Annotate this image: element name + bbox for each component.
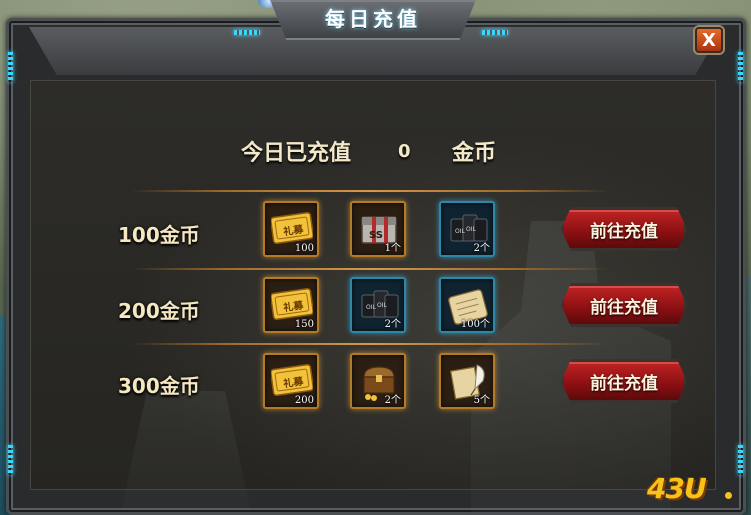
close-icon: X [702,29,716,51]
indicator-light [482,30,508,35]
reward-item-oil[interactable]: OIL OIL 2个 [350,277,406,333]
chest-text: SS [369,230,383,241]
reward-item-quill-scroll[interactable]: 5个 [439,353,495,409]
indicator-light [8,445,13,475]
item-count: 100 [294,243,314,254]
item-count: 2个 [384,395,401,406]
item-count: 2个 [473,243,490,254]
reward-item-scroll[interactable]: 100个 [439,277,495,333]
svg-text:OIL: OIL [377,302,387,309]
indicator-light [8,52,13,82]
item-count: 100个 [460,319,490,330]
svg-text:OIL: OIL [366,304,376,311]
svg-text:OIL: OIL [455,228,465,235]
row-divider [130,268,610,270]
tier-label: 300金币 [118,374,200,398]
go-recharge-button[interactable]: 前往充值 [561,207,687,251]
tier-label: 200金币 [118,299,200,323]
item-count: 150 [294,319,314,330]
watermark-dot [725,492,732,499]
indicator-light [738,52,743,82]
reward-item-ticket[interactable]: 礼募 150 [263,277,319,333]
item-count: 200 [294,395,314,406]
indicator-light [738,445,743,475]
dialog-title: 每日充值 [325,6,421,31]
summary-unit: 金币 [452,141,497,166]
tier-label: 100金币 [118,223,200,247]
item-count: 2个 [384,319,401,330]
close-button[interactable]: X [695,27,723,53]
go-recharge-button[interactable]: 前往充值 [561,359,687,403]
svg-text:OIL: OIL [466,226,476,233]
dialog-title-tab: 每日充值 [270,0,476,40]
item-count: 5个 [473,395,490,406]
background-ship-art [121,391,251,511]
reward-item-chest[interactable]: SS 1个 [350,201,406,257]
reward-item-ticket[interactable]: 礼募 200 [263,353,319,409]
recharge-summary: 今日已充值 0 金币 [0,134,751,168]
row-divider [130,343,610,345]
site-watermark-logo: 43U [647,472,707,505]
indicator-light [234,30,260,35]
reward-item-treasure[interactable]: 2个 [350,353,406,409]
row-divider [130,190,610,192]
reward-item-ticket[interactable]: 礼募 100 [263,201,319,257]
summary-value: 0 [398,140,411,162]
go-recharge-button[interactable]: 前往充值 [561,283,687,327]
summary-label: 今日已充值 [241,141,352,166]
item-count: 1个 [384,243,401,254]
reward-item-oil[interactable]: OIL OIL 2个 [439,201,495,257]
